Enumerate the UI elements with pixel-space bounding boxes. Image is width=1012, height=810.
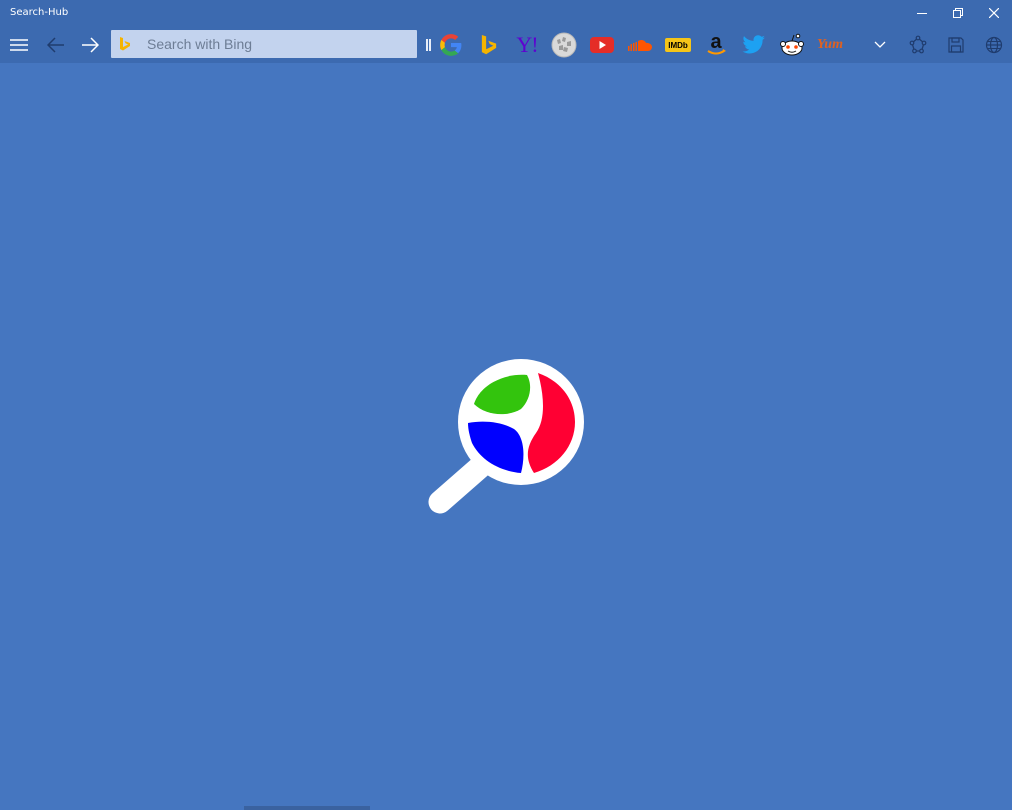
search-box[interactable]: [111, 30, 417, 58]
engine-amazon-button[interactable]: a: [702, 31, 730, 59]
engine-yummly-button[interactable]: Yum: [816, 31, 844, 59]
twitter-icon: [742, 35, 765, 54]
share-button[interactable]: [903, 26, 933, 63]
language-button[interactable]: [979, 26, 1009, 63]
amazon-icon: a: [707, 32, 726, 55]
search-hub-logo-icon: [428, 359, 584, 514]
app-logo: [426, 357, 588, 524]
toolbar-divider-grip[interactable]: [426, 39, 431, 51]
engine-soundcloud-button[interactable]: [626, 31, 654, 59]
wikipedia-icon: [551, 32, 577, 58]
imdb-icon: IMDb: [665, 38, 691, 52]
chevron-down-icon: [874, 41, 886, 48]
engine-youtube-button[interactable]: [588, 31, 616, 59]
menu-button[interactable]: [4, 26, 34, 63]
close-button[interactable]: [976, 0, 1012, 26]
engine-reddit-button[interactable]: [778, 31, 806, 59]
back-button[interactable]: [41, 26, 71, 63]
youtube-icon: [590, 37, 614, 53]
engine-yahoo-button[interactable]: Y!: [513, 31, 541, 59]
close-icon: [989, 8, 999, 18]
google-icon: [440, 34, 462, 56]
restore-button[interactable]: [940, 0, 976, 26]
engine-twitter-button[interactable]: [740, 31, 768, 59]
yahoo-icon: Y!: [516, 32, 538, 57]
save-icon: [948, 36, 964, 53]
engine-google-button[interactable]: [437, 31, 465, 59]
engine-bing-button[interactable]: [475, 31, 503, 59]
yummly-icon: Yum: [817, 37, 843, 52]
save-button[interactable]: [941, 26, 971, 63]
title-bar: Search-Hub: [0, 0, 1012, 26]
svg-text:a: a: [710, 32, 722, 53]
soundcloud-icon: [628, 39, 652, 51]
arrow-left-icon: [47, 36, 64, 53]
hamburger-menu-icon: [10, 38, 28, 51]
engine-imdb-button[interactable]: IMDb: [664, 31, 692, 59]
minimize-icon: [917, 13, 927, 14]
restore-icon: [953, 8, 963, 18]
reddit-icon: [780, 33, 804, 56]
bing-icon: [120, 37, 130, 51]
share-icon: [909, 35, 927, 53]
search-input[interactable]: [147, 30, 412, 58]
horizontal-scrollbar[interactable]: [244, 806, 370, 810]
forward-button[interactable]: [75, 26, 105, 63]
engine-wikipedia-button[interactable]: [550, 31, 578, 59]
app-title: Search-Hub: [10, 7, 69, 18]
more-engines-button[interactable]: [866, 26, 894, 63]
arrow-right-icon: [82, 36, 99, 53]
minimize-button[interactable]: [904, 0, 940, 26]
globe-icon: [985, 36, 1003, 53]
toolbar: Y! IMDb a: [0, 26, 1012, 63]
bing-icon: [481, 35, 497, 55]
